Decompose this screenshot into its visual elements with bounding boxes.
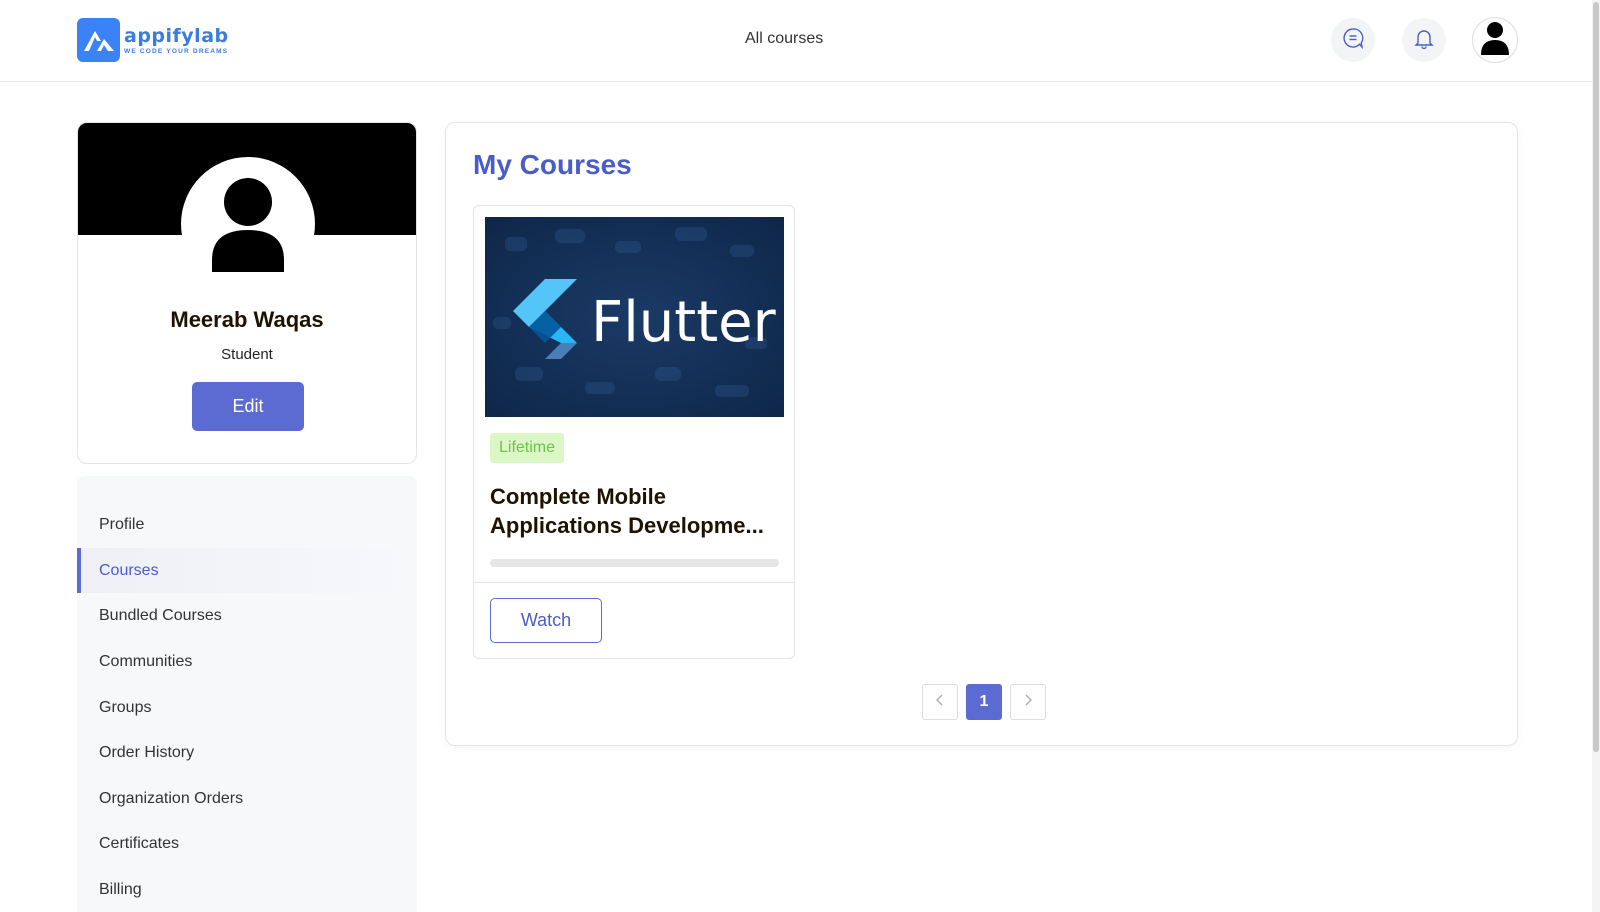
profile-name: Meerab Waqas [170,307,324,332]
sidebar-item-organization-orders[interactable]: Organization Orders [77,776,417,821]
watch-button[interactable]: Watch [490,598,602,643]
edit-profile-button[interactable]: Edit [192,382,304,431]
course-thumbnail[interactable]: Flutter [485,217,784,417]
chat-icon [1342,27,1364,54]
page-title: My Courses [473,149,632,180]
course-title[interactable]: Complete Mobile Applications Developme..… [490,482,780,540]
scrollbar-thumb[interactable] [1593,2,1599,752]
sidebar-item-billing[interactable]: Billing [77,867,417,912]
sidebar-item-communities[interactable]: Communities [77,639,417,684]
brand-tagline: WE CODE YOUR DREAMS [124,48,229,55]
pagination-page-1[interactable]: 1 [966,684,1002,720]
sidebar-item-courses[interactable]: Courses [77,548,417,593]
sidebar-menu: Profile Courses Bundled Courses Communit… [77,476,417,912]
course-title-line-2: Applications Developme... [490,513,764,538]
card-divider [474,582,794,583]
brand-text: appifylab WE CODE YOUR DREAMS [124,25,229,55]
user-avatar-button[interactable] [1472,17,1518,63]
brand-logo[interactable]: appifylab WE CODE YOUR DREAMS [77,18,229,62]
sidebar-item-certificates[interactable]: Certificates [77,821,417,866]
pagination-prev-button[interactable] [922,684,958,720]
chat-button[interactable] [1331,18,1375,62]
chevron-right-icon [1023,693,1033,712]
profile-card: Meerab Waqas Student Edit [77,122,417,464]
flutter-wordmark: Flutter [591,290,777,355]
notifications-button[interactable] [1402,18,1446,62]
profile-role: Student [221,346,273,363]
user-silhouette-icon [208,172,288,277]
bell-icon [1413,27,1435,54]
pagination-next-button[interactable] [1010,684,1046,720]
course-title-line-1: Complete Mobile [490,484,667,509]
course-card[interactable]: Flutter Lifetime Complete Mobile Applica… [473,205,795,659]
my-courses-panel: My Courses Flutter Lifetime Complete Mob… [445,122,1518,746]
all-courses-link[interactable]: All courses [745,30,823,48]
user-avatar-icon [1480,21,1510,60]
chevron-left-icon [935,693,945,712]
course-progress-bar [490,559,779,567]
sidebar-item-order-history[interactable]: Order History [77,730,417,775]
appifylab-logo-icon [77,18,120,62]
sidebar-item-profile[interactable]: Profile [77,502,417,547]
top-header: appifylab WE CODE YOUR DREAMS All course… [0,0,1592,82]
sidebar-item-groups[interactable]: Groups [77,685,417,730]
sidebar-item-bundled-courses[interactable]: Bundled Courses [77,593,417,638]
lifetime-badge: Lifetime [490,433,565,463]
page-scrollbar[interactable] [1592,0,1600,912]
profile-avatar [181,157,315,291]
brand-name: appifylab [124,25,229,47]
